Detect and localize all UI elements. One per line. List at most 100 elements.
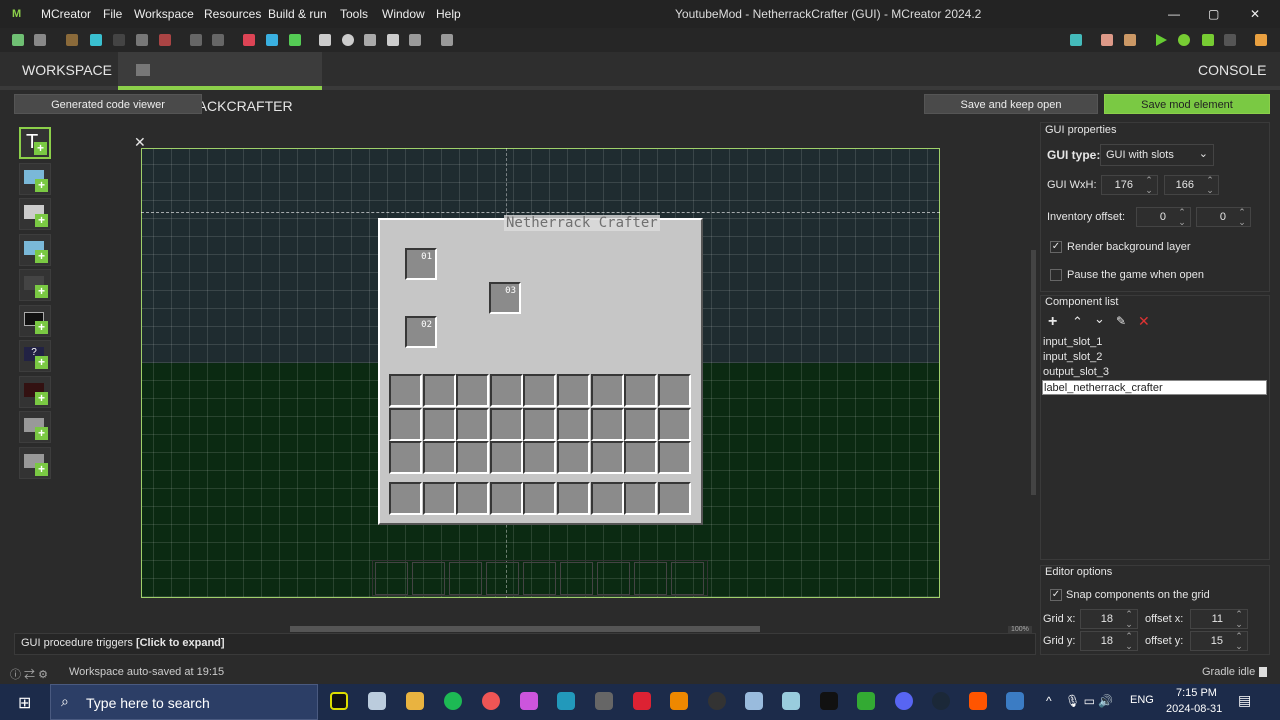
variable-icon[interactable] — [342, 34, 354, 46]
package-icon[interactable] — [409, 34, 421, 46]
puzzle-icon[interactable] — [387, 34, 399, 46]
mcreator-taskbar-icon[interactable] — [1006, 692, 1024, 710]
add-component-icon[interactable]: + — [1048, 313, 1057, 331]
inventory-offset-y-spinner[interactable]: 0 — [1196, 207, 1251, 228]
file-explorer-icon[interactable] — [406, 692, 424, 710]
sound-icon[interactable] — [190, 34, 202, 46]
taskbar-app-icon[interactable] — [782, 692, 800, 710]
output-slot-3[interactable]: 03 — [489, 282, 521, 314]
component-item-selected[interactable]: label_netherrack_crafter — [1042, 380, 1267, 395]
menu-window[interactable]: Window — [382, 7, 425, 21]
delete-icon[interactable]: ✕ — [1138, 313, 1150, 330]
inventory-offset-x-spinner[interactable]: 0 — [1136, 207, 1191, 228]
gui-width-spinner[interactable]: 176 — [1101, 175, 1158, 196]
grid-y-spinner[interactable]: 18 — [1080, 631, 1138, 652]
menu-resources[interactable]: Resources — [204, 7, 261, 21]
clock-time[interactable]: 7:15 PM — [1176, 687, 1217, 699]
maximize-button[interactable]: ▢ — [1208, 7, 1219, 21]
pause-game-checkbox[interactable] — [1050, 269, 1062, 281]
clock-date[interactable]: 2024-08-31 — [1166, 703, 1222, 715]
tab-workspace[interactable]: WORKSPACE — [10, 52, 124, 90]
item-texture-icon[interactable] — [90, 34, 102, 46]
run-client-icon[interactable] — [1156, 34, 1167, 46]
steam-icon[interactable] — [932, 692, 950, 710]
close-window-button[interactable]: ✕ — [1250, 7, 1260, 21]
taskbar-app-icon[interactable] — [482, 692, 500, 710]
model-json-icon[interactable] — [266, 34, 278, 46]
notifications-icon[interactable]: ▤ — [1238, 692, 1251, 709]
language-indicator[interactable]: ENG — [1130, 694, 1154, 706]
minimize-button[interactable]: — — [1168, 7, 1180, 21]
triggers-expand[interactable]: [Click to expand] — [136, 637, 225, 649]
gui-height-spinner[interactable]: 166 — [1164, 175, 1219, 196]
open-folder-icon[interactable] — [1070, 34, 1082, 46]
animation-icon[interactable] — [319, 34, 331, 46]
vertical-scrollbar[interactable] — [1031, 250, 1036, 495]
model-java-icon[interactable] — [243, 34, 255, 46]
debug-icon[interactable] — [1178, 34, 1190, 46]
offset-x-spinner[interactable]: 11 — [1190, 609, 1248, 630]
offset-y-spinner[interactable]: 15 — [1190, 631, 1248, 652]
obs-icon[interactable] — [708, 692, 726, 710]
taskbar-app-icon[interactable] — [745, 692, 763, 710]
menu-tools[interactable]: Tools — [340, 7, 368, 21]
stop-icon[interactable] — [1224, 34, 1236, 46]
generated-code-viewer-button[interactable]: Generated code viewer — [14, 94, 202, 114]
settings-icon[interactable] — [441, 34, 453, 46]
add-entity-model-tool[interactable]: + — [19, 375, 51, 408]
input-slot-1[interactable]: 01 — [405, 248, 437, 280]
taskbar-app-icon[interactable] — [520, 692, 538, 710]
gimp-icon[interactable] — [595, 692, 613, 710]
spotify-icon[interactable] — [444, 692, 462, 710]
discord-icon[interactable] — [895, 692, 913, 710]
tab-console[interactable]: CONSOLE — [1186, 52, 1278, 90]
menu-mcreator[interactable]: MCreator — [41, 7, 91, 21]
armor-texture-icon[interactable] — [136, 34, 148, 46]
component-item[interactable]: input_slot_1 — [1042, 335, 1267, 350]
minecraft-icon[interactable] — [857, 692, 875, 710]
export-icon[interactable] — [1255, 34, 1267, 46]
edit-pencil-icon[interactable]: ✎ — [1116, 314, 1126, 328]
component-item[interactable]: output_slot_3 — [1042, 365, 1267, 380]
tray-mic-speaker-icons[interactable]: 🎙 ▭ 🔊 — [1065, 694, 1113, 708]
tab-netherrackcrafter[interactable]: NETHERRACKCRAFTER ✕ — [118, 52, 322, 150]
structure-icon[interactable] — [212, 34, 224, 46]
add-text-field-tool[interactable]: + — [19, 304, 51, 337]
entity-texture-icon[interactable] — [113, 34, 125, 46]
procedure-triggers-panel[interactable]: GUI procedure triggers [Click to expand] — [14, 633, 1036, 655]
add-output-slot-tool[interactable]: + — [19, 446, 51, 479]
taskbar-app-icon[interactable] — [557, 692, 575, 710]
particle-icon[interactable] — [159, 34, 171, 46]
fl-studio-icon[interactable] — [670, 692, 688, 710]
snap-grid-checkbox[interactable]: ✓ — [1050, 589, 1062, 601]
move-up-icon[interactable]: ⌃ — [1072, 314, 1083, 330]
clean-icon[interactable] — [1101, 34, 1113, 46]
save-keep-open-button[interactable]: Save and keep open — [924, 94, 1098, 114]
render-background-checkbox[interactable]: ✓ — [1050, 241, 1062, 253]
add-input-slot-tool[interactable]: + — [19, 411, 51, 443]
import-icon[interactable] — [34, 34, 46, 46]
add-label-tool[interactable]: T + — [19, 127, 51, 159]
add-image-tool[interactable]: + — [19, 162, 51, 195]
taskbar-app-icon[interactable] — [368, 692, 386, 710]
gui-background-panel[interactable]: 01 02 03 — [378, 218, 703, 525]
menu-file[interactable]: File — [103, 7, 122, 21]
run-server-icon[interactable] — [1202, 34, 1214, 46]
add-tooltip-tool[interactable]: ? + — [19, 340, 51, 372]
taskbar-app-icon[interactable] — [820, 692, 838, 710]
gradle-stop-icon[interactable] — [1259, 667, 1267, 677]
input-slot-2[interactable]: 02 — [405, 316, 437, 348]
grid-x-spinner[interactable]: 18 — [1080, 609, 1138, 630]
tray-chevron-icon[interactable]: ^ — [1046, 694, 1052, 708]
menu-workspace[interactable]: Workspace — [134, 7, 194, 21]
menu-build-run[interactable]: Build & run — [268, 7, 327, 21]
gui-type-select[interactable]: GUI with slots ⌄ — [1100, 144, 1214, 166]
move-down-icon[interactable]: ⌄ — [1094, 311, 1105, 327]
model-obj-icon[interactable] — [289, 34, 301, 46]
menu-help[interactable]: Help — [436, 7, 461, 21]
taskbar-app-icon[interactable] — [330, 692, 348, 710]
new-element-icon[interactable] — [12, 34, 24, 46]
add-image-button-tool[interactable]: + — [19, 233, 51, 266]
add-checkbox-tool[interactable]: + — [19, 269, 51, 301]
horizontal-scrollbar[interactable] — [290, 626, 760, 632]
